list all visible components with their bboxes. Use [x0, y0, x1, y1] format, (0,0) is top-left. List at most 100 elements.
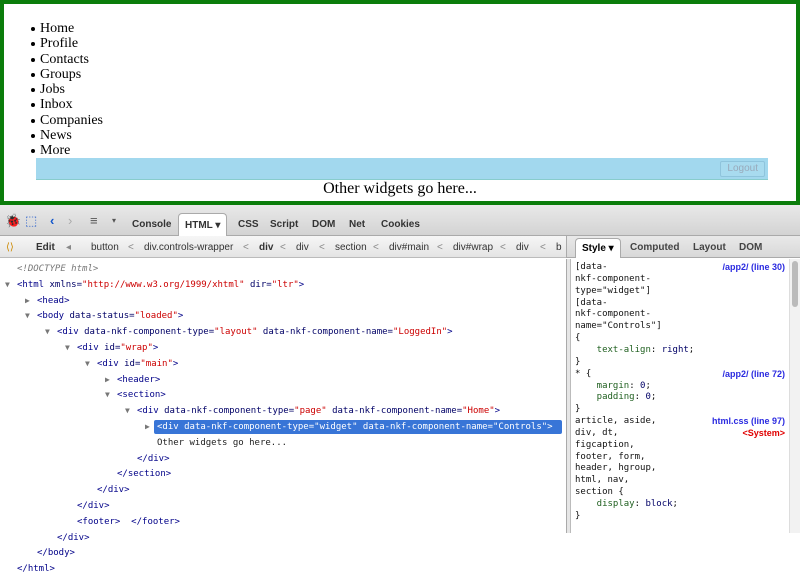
forward-icon[interactable]: ›: [68, 213, 72, 228]
node-token: <head>: [37, 295, 70, 306]
tree-node[interactable]: <!DOCTYPE html>: [17, 262, 98, 276]
nav-item-jobs[interactable]: Jobs: [31, 82, 103, 97]
breadcrumb-item[interactable]: div#wrap: [453, 242, 493, 253]
tab-script[interactable]: Script: [264, 213, 304, 236]
expanded-twisty-icon[interactable]: ▼: [125, 404, 130, 418]
back-icon[interactable]: ‹: [50, 213, 54, 228]
side-tab-style[interactable]: Style ▾: [575, 238, 621, 258]
main-nav: Home Profile Contacts Groups Jobs Inbox Compan…: [31, 21, 103, 159]
tree-node[interactable]: <head>: [37, 294, 70, 308]
expanded-twisty-icon[interactable]: ▼: [45, 325, 50, 339]
dropdown-icon[interactable]: ▾: [112, 216, 116, 225]
html-edit-icon[interactable]: ⟨⟩: [6, 242, 14, 253]
collapsed-twisty-icon[interactable]: ▶: [145, 420, 150, 434]
nav-item-companies[interactable]: Companies: [31, 113, 103, 128]
tab-net[interactable]: Net: [343, 213, 371, 236]
css-token: section {: [575, 487, 624, 498]
node-token: id=: [118, 358, 141, 369]
css-token: }: [575, 510, 581, 521]
node-token: </div>: [97, 485, 130, 496]
expanded-twisty-icon[interactable]: ▼: [65, 341, 70, 355]
tree-node[interactable]: <body data-status="loaded">: [37, 309, 183, 323]
node-token: xmlns=: [44, 279, 83, 290]
inspect-icon[interactable]: ⬚: [25, 213, 37, 229]
tree-node[interactable]: <div data-nkf-component-type="page" data…: [137, 404, 500, 418]
breadcrumb-item[interactable]: b: [556, 242, 562, 253]
tab-dom[interactable]: DOM: [306, 213, 341, 236]
tab-html[interactable]: HTML ▾: [178, 213, 228, 236]
css-source-link[interactable]: /app2/ (line 30): [722, 262, 785, 274]
expanded-twisty-icon[interactable]: ▼: [85, 357, 90, 371]
style-scrollbar[interactable]: [789, 259, 800, 533]
style-panel: [data- /app2/ (line 30) nkf-component-type…: [571, 259, 789, 533]
css-token: name="Controls"]: [575, 321, 662, 332]
tree-node[interactable]: <html xmlns="http://www.w3.org/1999/xhtm…: [17, 278, 304, 292]
tree-node[interactable]: </div>: [137, 452, 170, 466]
node-token: "widget": [314, 422, 358, 432]
expanded-twisty-icon[interactable]: ▼: [105, 388, 110, 402]
breadcrumb-separator: <: [540, 242, 546, 253]
tab-css[interactable]: CSS: [232, 213, 265, 236]
nav-item-more[interactable]: More: [31, 143, 103, 158]
css-token: }: [575, 356, 581, 367]
nav-item-news[interactable]: News: [31, 128, 103, 143]
nav-item-inbox[interactable]: Inbox: [31, 97, 103, 112]
node-token: "ltr": [271, 279, 299, 290]
tree-node[interactable]: <footer> </footer>: [77, 515, 180, 529]
tree-node[interactable]: <div id="wrap">: [77, 341, 158, 355]
tree-node[interactable]: Other widgets go here...: [157, 436, 287, 450]
tree-node[interactable]: </div>: [77, 499, 110, 513]
breadcrumb-item[interactable]: div: [516, 242, 529, 253]
edit-button[interactable]: Edit: [36, 242, 55, 253]
css-source-link[interactable]: /app2/ (line 72): [722, 369, 785, 381]
css-token: :: [634, 499, 646, 509]
scroll-left-icon[interactable]: ◂: [66, 242, 71, 253]
tree-node[interactable]: <section>: [117, 388, 166, 402]
collapsed-twisty-icon[interactable]: ▶: [25, 294, 30, 308]
breadcrumb-item[interactable]: button: [91, 242, 119, 253]
tab-console[interactable]: Console: [126, 213, 177, 236]
side-tab-dom[interactable]: DOM: [739, 242, 762, 253]
node-token: data-status=: [64, 311, 135, 322]
tree-node[interactable]: </body>: [37, 546, 75, 560]
breadcrumb-item[interactable]: div: [296, 242, 309, 253]
breadcrumb-item[interactable]: div: [259, 242, 273, 253]
css-rule-line: figcaption,: [575, 440, 635, 452]
tree-node[interactable]: </html>: [17, 562, 55, 576]
css-token: :: [634, 392, 646, 403]
tab-cookies[interactable]: Cookies: [375, 213, 426, 236]
tree-node[interactable]: </div>: [97, 483, 130, 497]
css-token: footer, form,: [575, 451, 646, 462]
css-source-link[interactable]: html.css (line 97): [712, 416, 785, 428]
css-rule-line: }: [575, 357, 580, 369]
nav-item-contacts[interactable]: Contacts: [31, 52, 103, 67]
node-token: data-nkf-component-type=: [78, 327, 215, 338]
expanded-twisty-icon[interactable]: ▼: [25, 309, 30, 323]
breadcrumb-item[interactable]: div.controls-wrapper: [144, 242, 233, 253]
nav-item-home[interactable]: Home: [31, 21, 103, 36]
logout-button[interactable]: Logout: [720, 161, 765, 177]
css-rule-line: text-align: right;: [575, 345, 695, 357]
tree-node[interactable]: </section>: [117, 467, 171, 481]
breadcrumb-item[interactable]: div#main: [389, 242, 429, 253]
node-token: id=: [98, 343, 121, 353]
nav-item-groups[interactable]: Groups: [31, 67, 103, 82]
nav-item-profile[interactable]: Profile: [31, 36, 103, 51]
expanded-twisty-icon[interactable]: ▼: [5, 278, 10, 292]
tree-node[interactable]: <header>: [117, 373, 160, 387]
css-token: ;: [645, 380, 651, 391]
side-tab-layout[interactable]: Layout: [693, 242, 726, 253]
node-token: >: [547, 422, 553, 432]
tree-node[interactable]: <div data-nkf-component-type="layout" da…: [57, 325, 453, 339]
side-panel-tabs: Style ▾ Computed Layout DOM: [566, 236, 800, 258]
breadcrumb-item[interactable]: section: [335, 242, 367, 253]
collapsed-twisty-icon[interactable]: ▶: [105, 373, 110, 387]
selected-node[interactable]: <div data-nkf-component-type="widget" da…: [154, 420, 562, 434]
node-token: "page": [294, 406, 327, 417]
firebug-icon[interactable]: 🐞: [5, 213, 21, 229]
css-source-system: <System>: [742, 427, 785, 438]
menu-icon[interactable]: ≡: [90, 213, 98, 228]
tree-node[interactable]: <div id="main">: [97, 357, 178, 371]
scrollbar-thumb[interactable]: [792, 261, 798, 307]
side-tab-computed[interactable]: Computed: [630, 242, 679, 253]
